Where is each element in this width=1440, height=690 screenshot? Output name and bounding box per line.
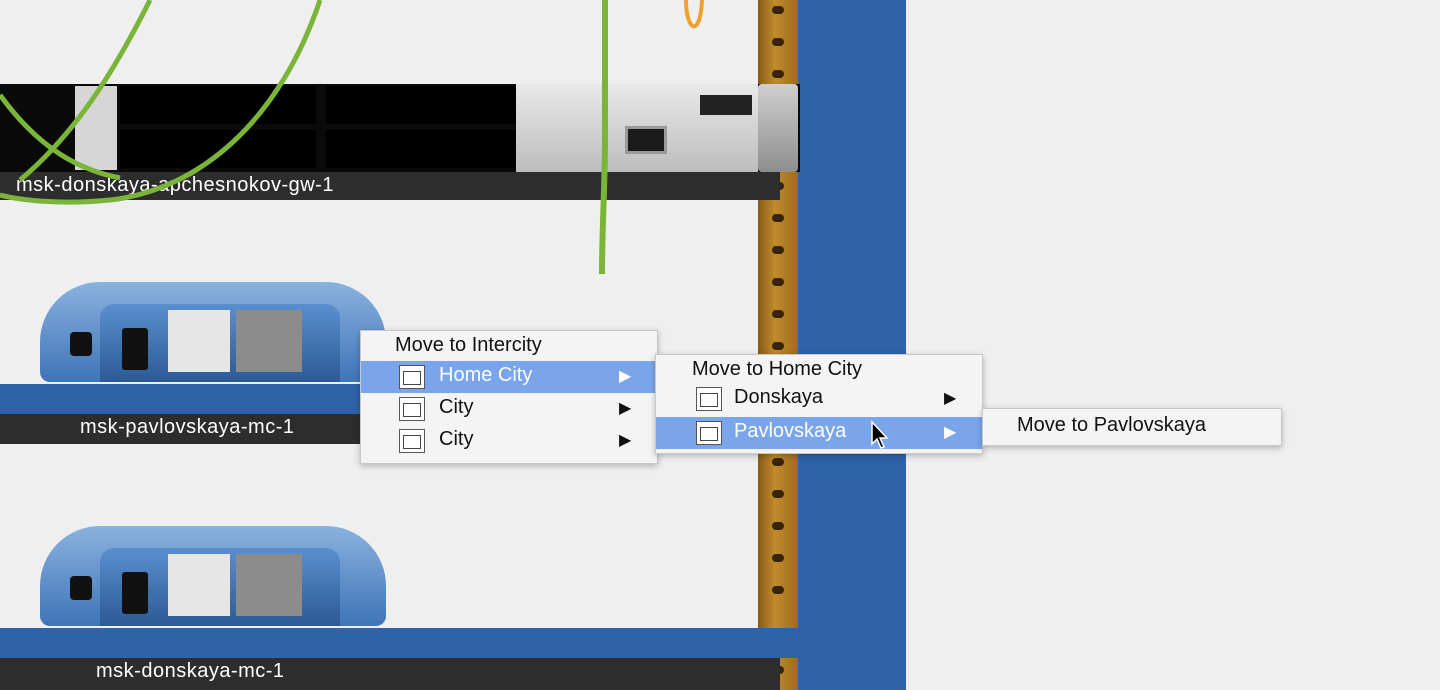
submenu-arrow-icon: ▶ bbox=[619, 432, 632, 449]
rack-shelf-2 bbox=[0, 628, 800, 658]
mouse-cursor-icon bbox=[871, 420, 889, 449]
submenu-arrow-icon: ▶ bbox=[944, 424, 957, 441]
city-icon bbox=[399, 429, 425, 453]
menu-item-city-2[interactable]: City ▶ bbox=[361, 425, 657, 457]
rack-side-panel bbox=[798, 0, 906, 690]
submenu-arrow-icon: ▶ bbox=[619, 368, 632, 385]
menu-item-home-city[interactable]: Home City ▶ bbox=[361, 361, 657, 393]
menu-item-donskaya[interactable]: Donskaya ▶ bbox=[656, 383, 982, 415]
submenu-home-city[interactable]: Move to Home City Donskaya ▶ Pavlovskaya… bbox=[655, 354, 983, 454]
cable-green-2 bbox=[0, 0, 323, 205]
repeater2-label: msk-donskaya-mc-1 bbox=[96, 660, 285, 682]
repeater1-label: msk-pavlovskaya-mc-1 bbox=[80, 416, 295, 438]
menu-item-move-to-pavlovskaya[interactable]: Move to Pavlovskaya bbox=[983, 411, 1281, 443]
building-icon bbox=[696, 421, 722, 445]
building-icon bbox=[696, 387, 722, 411]
menu-item-city-1[interactable]: City ▶ bbox=[361, 393, 657, 425]
submenu-pavlovskaya[interactable]: Move to Pavlovskaya bbox=[982, 408, 1282, 446]
submenu-arrow-icon: ▶ bbox=[619, 400, 632, 417]
menu-header-move-to-intercity[interactable]: Move to Intercity bbox=[361, 331, 657, 363]
cable-green-1 bbox=[18, 0, 153, 182]
menu-item-pavlovskaya[interactable]: Pavlovskaya ▶ bbox=[656, 417, 982, 449]
repeater1-label-bar: msk-pavlovskaya-mc-1 bbox=[0, 414, 420, 444]
repeater-device-1[interactable] bbox=[40, 282, 386, 382]
city-icon bbox=[399, 397, 425, 421]
cables bbox=[0, 0, 704, 275]
cable-green-3 bbox=[0, 93, 121, 181]
cable-orange bbox=[684, 0, 704, 29]
city-icon bbox=[399, 365, 425, 389]
repeater-device-2[interactable] bbox=[40, 526, 386, 626]
cable-green-4 bbox=[599, 0, 608, 275]
empty-area bbox=[906, 0, 1440, 690]
router-mount-ear bbox=[758, 84, 798, 172]
submenu-arrow-icon: ▶ bbox=[944, 390, 957, 407]
context-menu-move[interactable]: Move to Intercity Home City ▶ City ▶ Cit… bbox=[360, 330, 658, 464]
repeater2-label-bar: msk-donskaya-mc-1 bbox=[0, 658, 780, 690]
